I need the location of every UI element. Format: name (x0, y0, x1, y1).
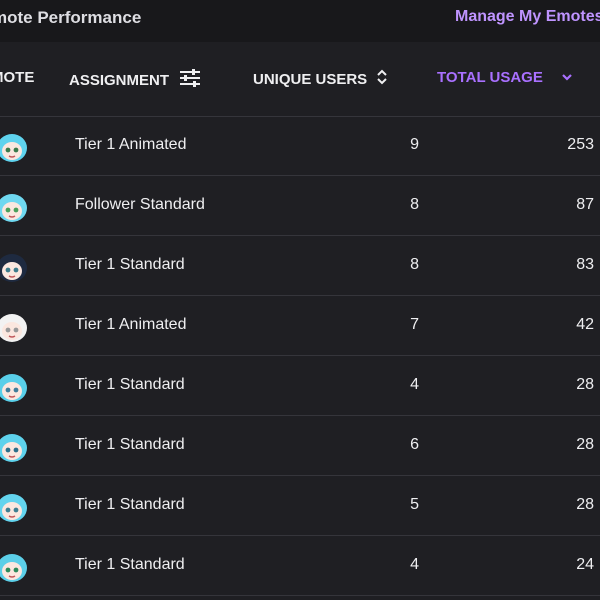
column-header-total-usage[interactable]: TOTAL USAGE (437, 69, 573, 86)
table-row[interactable]: Tier 1 Standard 6 28 (0, 416, 600, 476)
unique-users-cell: 8 (410, 256, 419, 273)
total-usage-cell: 28 (576, 496, 594, 513)
filter-sliders-icon[interactable] (169, 69, 201, 91)
table-header: MOTE ASSIGNMENT UNIQUE USERS (0, 42, 600, 117)
unique-users-cell: 8 (410, 196, 419, 213)
top-bar: mote Performance Manage My Emotes (0, 0, 600, 42)
emote-shocked-icon (0, 429, 30, 463)
assignment-cell: Tier 1 Standard (75, 436, 185, 453)
column-header-emote-label: MOTE (0, 69, 35, 86)
column-header-unique-users-label: UNIQUE USERS (253, 70, 368, 88)
manage-emotes-link[interactable]: Manage My Emotes (455, 8, 600, 26)
unique-users-cell: 7 (410, 316, 419, 333)
assignment-cell: Follower Standard (75, 196, 205, 213)
assignment-cell: Tier 1 Standard (75, 256, 185, 273)
emote-follower-icon (0, 189, 30, 223)
emote-hooded-icon (0, 249, 30, 283)
emote-glasses-icon (0, 549, 30, 583)
unique-users-cell: 9 (410, 136, 419, 153)
total-usage-cell: 87 (576, 196, 594, 213)
unique-users-cell: 6 (410, 436, 419, 453)
sort-up-down-icon (367, 69, 387, 89)
emote-wink-icon (0, 489, 30, 523)
emote-table-body: Tier 1 Animated 9 253 Follower Standard 8 87 T… (0, 116, 600, 596)
table-row[interactable]: Tier 1 Animated 7 42 (0, 296, 600, 356)
page-title: mote Performance (0, 8, 142, 27)
assignment-cell: Tier 1 Standard (75, 496, 185, 513)
column-header-assignment[interactable]: ASSIGNMENT (69, 69, 201, 91)
total-usage-cell: 42 (576, 316, 594, 333)
total-usage-cell: 24 (576, 556, 594, 573)
total-usage-cell: 28 (576, 436, 594, 453)
table-row[interactable]: Tier 1 Standard 8 83 (0, 236, 600, 296)
total-usage-cell: 28 (576, 376, 594, 393)
table-row[interactable]: Tier 1 Animated 9 253 (0, 116, 600, 176)
table-row[interactable]: Tier 1 Standard 4 28 (0, 356, 600, 416)
assignment-cell: Tier 1 Animated (75, 136, 187, 153)
column-header-total-usage-label: TOTAL USAGE (437, 69, 543, 86)
chevron-down-icon (551, 69, 573, 86)
assignment-cell: Tier 1 Animated (75, 316, 187, 333)
table-row[interactable]: Follower Standard 8 87 (0, 176, 600, 236)
assignment-cell: Tier 1 Standard (75, 376, 185, 393)
unique-users-cell: 5 (410, 496, 419, 513)
unique-users-cell: 4 (410, 376, 419, 393)
total-usage-cell: 83 (576, 256, 594, 273)
table-row[interactable]: Tier 1 Standard 5 28 (0, 476, 600, 536)
table-row[interactable]: Tier 1 Standard 4 24 (0, 536, 600, 596)
column-header-emote[interactable]: MOTE (0, 69, 34, 86)
emote-white-icon (0, 309, 30, 343)
unique-users-cell: 4 (410, 556, 419, 573)
emote-teal-hair-icon (0, 369, 30, 403)
column-header-assignment-label: ASSIGNMENT (69, 71, 170, 89)
emote-animated-icon (0, 129, 30, 163)
total-usage-cell: 253 (567, 136, 594, 153)
column-header-unique-users[interactable]: UNIQUE USERS (253, 69, 387, 89)
assignment-cell: Tier 1 Standard (75, 556, 185, 573)
